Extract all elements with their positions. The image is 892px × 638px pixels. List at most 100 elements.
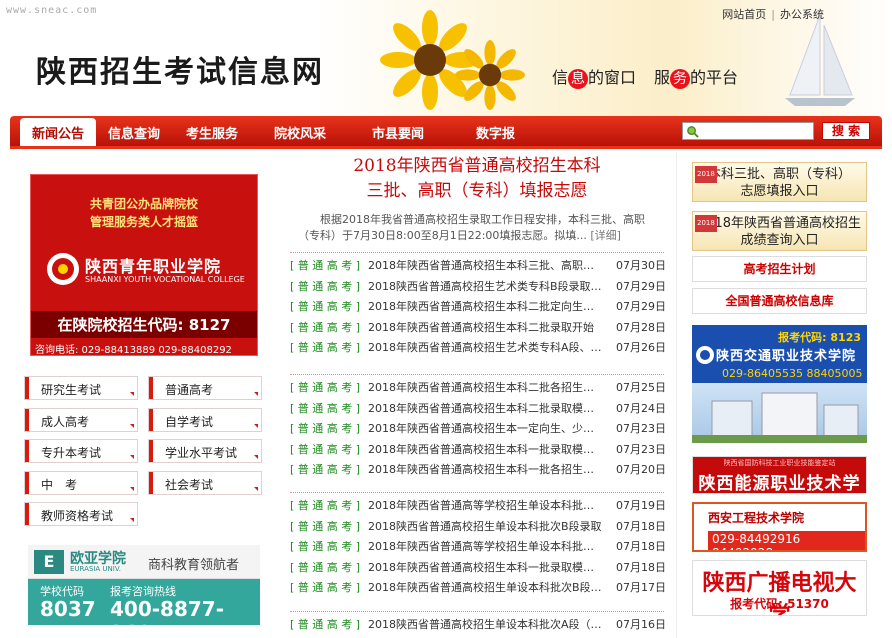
news-title[interactable]: 2018年陕西省普通高校招生本科三批、高职（专科）填报志愿 <box>368 257 602 273</box>
news-category-tag: [ 普 通 高 考 ] <box>290 442 361 456</box>
cat-adult-exam[interactable]: 成人高考 <box>24 408 138 432</box>
news-title[interactable]: 2018陕西省普通高校招生单设本科批次B段录取 <box>368 518 602 534</box>
volunteer-entry-button[interactable]: 2018 本科三批、高职（专科） 志愿填报入口 <box>692 162 867 202</box>
ad-enrollment-code: 在陕院校招生代码: 8127 <box>31 311 257 338</box>
news-row[interactable]: [ 普 通 高 考 ] 2018年陕西省普通高校招生本科二批录取模拟投档 07月24… <box>290 396 666 417</box>
featured-headline[interactable]: 2018年陕西省普通高校招生本科 三批、高职（专科）填报志愿 <box>290 154 664 204</box>
cat-self-study[interactable]: 自学考试 <box>148 408 262 432</box>
news-title[interactable]: 2018陕西省普通高校招生艺术类专科B段录取征集志愿 <box>368 278 602 294</box>
ad-school-name-en: SHAANXI YOUTH VOCATIONAL COLLEGE <box>85 275 245 284</box>
news-row[interactable]: [ 普 通 高 考 ] 2018陕西省普通高校招生艺术类专科B段录取征集志愿 07月… <box>290 274 666 295</box>
news-title[interactable]: 2018年陕西省普通高校招生艺术类专科A段、体育类 <box>368 339 602 355</box>
news-title[interactable]: 2018年陕西省普通高校招生本一定向生、少数民族预科 <box>368 420 602 436</box>
youth-college-ad[interactable]: 共青团公办品牌院校 管理服务类人才摇篮 陕西青年职业学院 SHAANXI YOU… <box>30 174 258 356</box>
news-title[interactable]: 2018年陕西省普通高校招生本科二批录取开始 <box>368 319 602 335</box>
news-date: 07月18日 <box>616 540 666 554</box>
search-button[interactable]: 搜 索 <box>822 122 870 140</box>
news-title[interactable]: 2018年陕西省普通高等学校招生单设本科批次A段录取 <box>368 538 602 554</box>
news-row[interactable]: [ 普 通 高 考 ] 2018年陕西省普通高校招生本一定向生、少数民族预科 07月… <box>290 416 666 437</box>
news-row[interactable]: [ 普 通 高 考 ] 2018年陕西省普通高校招生单设本科批次B段（国家专项） 0… <box>290 575 666 596</box>
ad-school-name: 陕西交通职业技术学院 <box>716 349 857 364</box>
nav-news[interactable]: 新闻公告 <box>20 118 97 146</box>
news-row[interactable]: [ 普 通 高 考 ] 2018年陕西省普通高校招生本科二批录取开始 07月28日 <box>290 315 666 336</box>
ad-school-name: 陕西能源职业技术学院 <box>698 474 861 494</box>
news-title[interactable]: 2018陕西省普通高校招生单设本科批次A段（国家专项） <box>368 616 602 632</box>
news-date: 07月30日 <box>616 259 666 272</box>
news-category-tag: [ 普 通 高 考 ] <box>290 519 361 533</box>
energy-college-ad[interactable]: 陕西省国防科技工业职业技能鉴定站 陕西能源职业技术学院 <box>692 456 867 494</box>
search-input[interactable] <box>703 123 813 139</box>
nav-student-service[interactable]: 考生服务 <box>186 123 238 142</box>
college-emblem-icon <box>47 253 79 285</box>
news-title[interactable]: 2018年陕西省普通高校招生本科二批定向生、少数民族预科 <box>368 298 602 314</box>
news-row[interactable]: [ 普 通 高 考 ] 2018年陕西省普通高校招生艺术类专科A段、体育类 07月2… <box>290 335 666 356</box>
news-title[interactable]: 2018年陕西省普通高校招生本科一批录取模拟投档 <box>368 441 602 457</box>
news-category-tag: [ 普 通 高 考 ] <box>290 381 361 394</box>
ad-school-name: 陕西青年职业学院 <box>85 257 222 276</box>
news-list: [ 普 通 高 考 ] 2018年陕西省普通高校招生本科三批、高职（专科）填报志愿… <box>290 252 666 356</box>
news-date: 07月29日 <box>616 300 666 314</box>
cat-social-exam[interactable]: 社会考试 <box>148 471 262 495</box>
tv-university-ad[interactable]: 陕西广播电视大学 报考代码: 51370 <box>692 560 867 616</box>
news-date: 07月20日 <box>616 463 666 477</box>
news-title[interactable]: 2018年陕西省普通高校招生本科二批录取模拟投档 <box>368 400 602 416</box>
home-link[interactable]: 网站首页 <box>722 8 766 21</box>
site-header: www.sneac.com 陕西招生考试信息网 网站首页 | 办公系统 信 息 … <box>0 0 892 116</box>
news-title[interactable]: 2018年陕西省普通高校招生本科二批各招生院校投档情况 <box>368 379 602 395</box>
ad-phone: 咨询电话: 029-88413889 029-88408292 <box>35 345 232 356</box>
sailboat-decoration <box>785 14 855 106</box>
news-title[interactable]: 2018年陕西省普通高校招生本科一批录取模拟投档 <box>368 559 602 575</box>
news-date: 07月19日 <box>616 499 666 512</box>
nav-digital-paper[interactable]: 数字报 <box>476 123 515 142</box>
column-divider <box>676 152 677 638</box>
news-title[interactable]: 2018年陕西省普通高校招生本科一批各招生院校投档情况 <box>368 461 602 477</box>
eurasia-university-ad[interactable]: E 欧亚学院 EURASIA UNIV. 商科教育领航者 学校代码 8037 报… <box>28 545 260 625</box>
news-row[interactable]: [ 普 通 高 考 ] 2018年陕西省普通高校招生本科二批各招生院校投档情况 07… <box>290 375 666 396</box>
news-category-tag: [ 普 通 高 考 ] <box>290 499 361 512</box>
nav-college-profile[interactable]: 院校风采 <box>274 123 326 142</box>
read-more-link[interactable]: [详细] <box>590 229 621 242</box>
office-system-link[interactable]: 办公系统 <box>780 8 824 21</box>
ad-phone: 029-86405535 88405005 <box>722 367 863 380</box>
news-row[interactable]: [ 普 通 高 考 ] 2018陕西省普通高校招生单设本科批次B段录取 07月18日 <box>290 514 666 535</box>
college-database-link[interactable]: 全国普通高校信息库 <box>692 288 867 314</box>
cat-gaokao[interactable]: 普通高考 <box>148 376 262 400</box>
news-row[interactable]: [ 普 通 高 考 ] 2018年陕西省普通高校招生本科一批录取模拟投档 07月23… <box>290 437 666 458</box>
xian-engineering-ad[interactable]: 西安工程技术学院 029-84492916 84492928 <box>692 502 867 552</box>
news-date: 07月23日 <box>616 422 666 436</box>
news-category-tag: [ 普 通 高 考 ] <box>290 422 361 436</box>
nav-info-query[interactable]: 信息查询 <box>108 123 160 142</box>
news-category-tag: [ 普 通 高 考 ] <box>290 463 361 477</box>
news-category-tag: [ 普 通 高 考 ] <box>290 401 361 415</box>
cat-upgrade-exam[interactable]: 专升本考试 <box>24 439 138 463</box>
cat-teacher-cert[interactable]: 教师资格考试 <box>24 502 138 526</box>
main-nav: 新闻公告 信息查询 考生服务 院校风采 市县要闻 数字报 搜 索 <box>10 116 882 146</box>
enrollment-plan-link[interactable]: 高考招生计划 <box>692 256 867 282</box>
ad-slogan: 管理服务类人才摇篮 <box>89 215 198 229</box>
jiaotong-college-ad[interactable]: 报考代码: 8123 陕西交通职业技术学院 029-86405535 88405… <box>692 325 867 443</box>
news-row[interactable]: [ 普 通 高 考 ] 2018年陕西省普通高等学校招生单设本科批次A段录取 07月… <box>290 534 666 555</box>
ad-school-name: 西安工程技术学院 <box>708 511 805 525</box>
news-row[interactable]: [ 普 通 高 考 ] 2018陕西省普通高校招生单设本科批次A段（国家专项） 07… <box>290 612 666 633</box>
site-title: 陕西招生考试信息网 <box>36 55 324 90</box>
news-row[interactable]: [ 普 通 高 考 ] 2018年陕西省普通高校招生本科三批、高职（专科）填报志愿… <box>290 253 666 274</box>
score-query-button[interactable]: 2018 2018年陕西省普通高校招生 成绩查询入口 <box>692 211 867 251</box>
news-title[interactable]: 2018年陕西省普通高等学校招生单设本科批次A段录取 <box>368 497 602 513</box>
slogan-text: 的平台 <box>690 68 739 87</box>
news-category-tag: [ 普 通 高 考 ] <box>290 320 361 334</box>
news-title[interactable]: 2018年陕西省普通高校招生单设本科批次B段（国家专项） <box>368 579 602 595</box>
news-row[interactable]: [ 普 通 高 考 ] 2018年陕西省普通高校招生本科一批录取模拟投档 07月18… <box>290 555 666 576</box>
cat-proficiency-exam[interactable]: 学业水平考试 <box>148 439 262 463</box>
news-row[interactable]: [ 普 通 高 考 ] 2018年陕西省普通高校招生本科二批定向生、少数民族预科 0… <box>290 294 666 315</box>
cat-zhongkao[interactable]: 中 考 <box>24 471 138 495</box>
news-row[interactable]: [ 普 通 高 考 ] 2018年陕西省普通高校招生本科一批各招生院校投档情况 07… <box>290 457 666 478</box>
cat-graduate-exam[interactable]: 研究生考试 <box>24 376 138 400</box>
news-category-tag: [ 普 通 高 考 ] <box>290 540 361 554</box>
news-row[interactable]: [ 普 通 高 考 ] 2018年陕西省普通高等学校招生单设本科批次A段录取 07月… <box>290 493 666 514</box>
news-category-tag: [ 普 通 高 考 ] <box>290 341 361 355</box>
nav-county-news[interactable]: 市县要闻 <box>372 123 424 142</box>
button-label: 2018年陕西省普通高校招生 <box>697 216 862 231</box>
ad-code: 报考代码: 8123 <box>778 331 861 344</box>
news-category-tag: [ 普 通 高 考 ] <box>290 618 361 631</box>
news-category-tag: [ 普 通 高 考 ] <box>290 279 361 293</box>
